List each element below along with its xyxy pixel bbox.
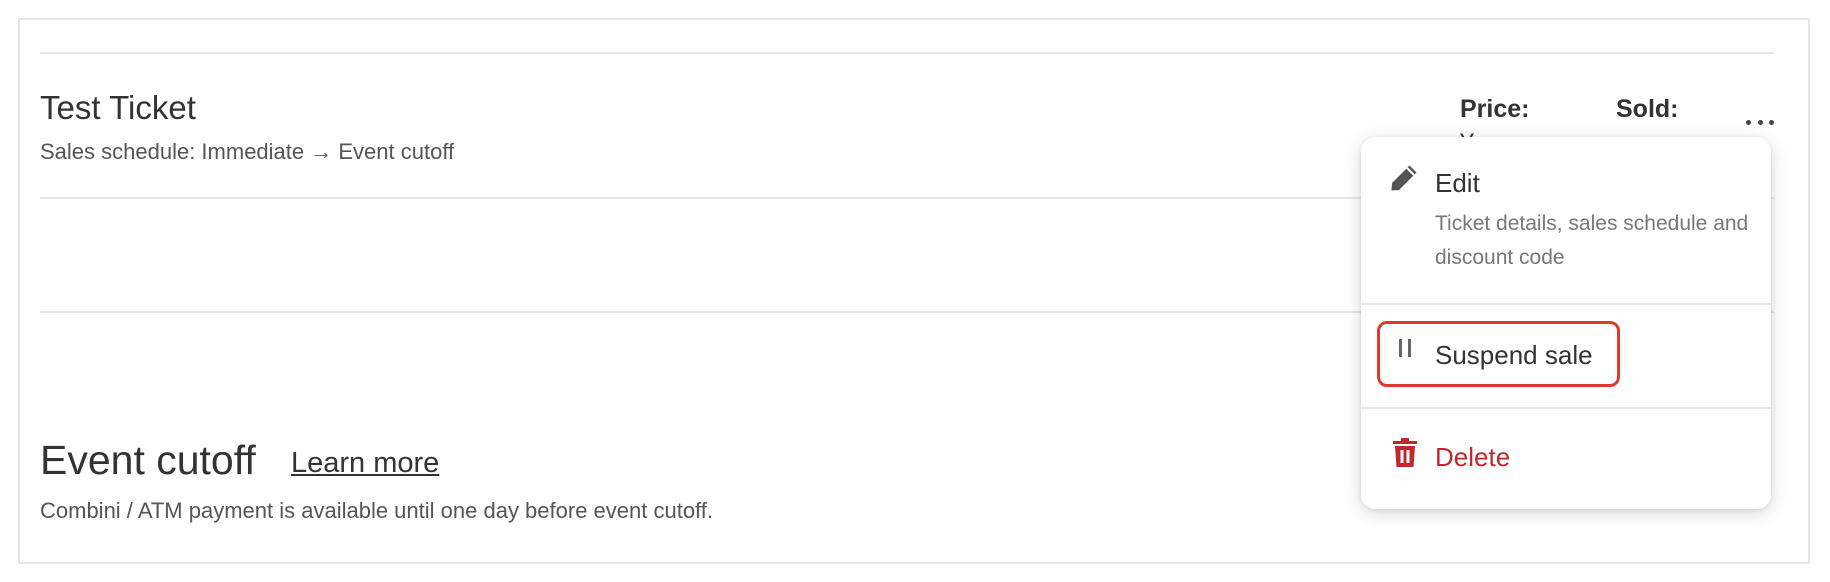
more-horizontal-icon xyxy=(1746,119,1751,125)
divider xyxy=(40,52,1774,54)
more-dot xyxy=(1757,119,1763,125)
edit-description: Ticket details, sales schedule and disco… xyxy=(1435,212,1749,269)
suspend-sale-menu-item[interactable]: Suspend sale xyxy=(1361,305,1771,405)
ticket-name: Test Ticket xyxy=(40,89,196,126)
suspend-sale-label: Suspend sale xyxy=(1435,340,1593,370)
delete-label: Delete xyxy=(1435,442,1511,472)
trash-icon xyxy=(1391,437,1419,469)
ticket-sales-schedule: Sales schedule: Immediate → Event cutoff xyxy=(40,139,455,164)
event-cutoff-note: Combini / ATM payment is available until… xyxy=(40,498,713,523)
more-dot xyxy=(1769,119,1774,125)
pencil-icon xyxy=(1387,161,1421,195)
pause-icon xyxy=(1397,337,1413,359)
delete-menu-item[interactable]: Delete xyxy=(1361,409,1771,509)
edit-menu-item[interactable]: Edit Ticket details, sales schedule and … xyxy=(1361,137,1771,304)
learn-more-link[interactable]: Learn more xyxy=(291,446,439,480)
event-cutoff-title: Event cutoff xyxy=(40,437,256,483)
sold-label: Sold: xyxy=(1616,95,1679,123)
ticket-actions-menu: Edit Ticket details, sales schedule and … xyxy=(1361,137,1771,509)
price-label: Price: xyxy=(1460,95,1530,123)
more-options-button[interactable] xyxy=(1740,110,1780,134)
edit-label: Edit xyxy=(1435,168,1480,198)
